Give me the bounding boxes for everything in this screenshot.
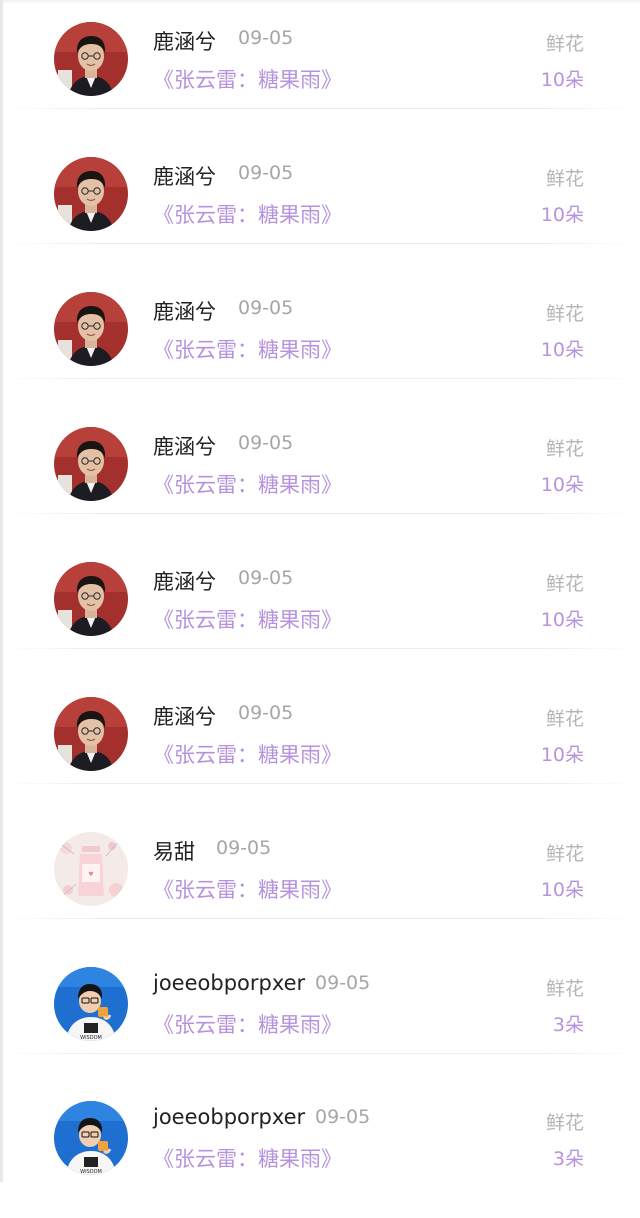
list-item[interactable]: 鹿涵兮 09-05 《张云雷：糖果雨》 鲜花 10朵 xyxy=(0,4,640,139)
gift-type-label: 鲜花 xyxy=(545,33,584,55)
user-name[interactable]: 鹿涵兮 xyxy=(153,296,216,326)
gift-date: 09-05 xyxy=(238,162,294,184)
gift-date: 09-05 xyxy=(238,702,294,724)
row-divider xyxy=(0,243,640,244)
list-item[interactable]: 鹿涵兮 09-05 《张云雷：糖果雨》 鲜花 10朵 xyxy=(0,409,640,544)
row-divider xyxy=(0,918,640,919)
gift-type-label: 鲜花 xyxy=(545,843,584,865)
list-item[interactable]: 鹿涵兮 09-05 《张云雷：糖果雨》 鲜花 10朵 xyxy=(0,274,640,409)
row-divider xyxy=(0,378,640,379)
row-divider xyxy=(0,783,640,784)
gift-date: 09-05 xyxy=(238,432,294,454)
gift-date: 09-05 xyxy=(238,297,294,319)
avatar[interactable]: ♥ xyxy=(54,832,128,906)
work-title-link[interactable]: 《张云雷：糖果雨》 xyxy=(153,1009,342,1039)
work-title-link[interactable]: 《张云雷：糖果雨》 xyxy=(153,64,342,94)
avatar[interactable] xyxy=(54,427,128,501)
gift-count: 10朵 xyxy=(540,744,584,766)
work-title-link[interactable]: 《张云雷：糖果雨》 xyxy=(153,469,342,499)
gift-count: 10朵 xyxy=(540,474,584,496)
work-title-link[interactable]: 《张云雷：糖果雨》 xyxy=(153,1143,342,1173)
user-name[interactable]: 鹿涵兮 xyxy=(153,431,216,461)
gift-type-label: 鲜花 xyxy=(545,708,584,730)
avatar[interactable] xyxy=(54,292,128,366)
svg-text:WISDOM: WISDOM xyxy=(80,1169,102,1175)
gift-type-label: 鲜花 xyxy=(545,438,584,460)
gift-date: 09-05 xyxy=(315,972,371,994)
user-name[interactable]: joeeobporpxer xyxy=(153,971,305,995)
gift-count: 10朵 xyxy=(540,204,584,226)
gift-count: 3朵 xyxy=(552,1148,584,1170)
gift-date: 09-05 xyxy=(238,567,294,589)
list-item[interactable]: 鹿涵兮 09-05 《张云雷：糖果雨》 鲜花 10朵 xyxy=(0,679,640,814)
gift-type-label: 鲜花 xyxy=(545,573,584,595)
list-item[interactable]: 鹿涵兮 09-05 《张云雷：糖果雨》 鲜花 10朵 xyxy=(0,544,640,679)
list-item[interactable]: WISDOM joeeobporpxer 09-05 《张云雷：糖果雨》 鲜花 3朵 xyxy=(0,949,640,1084)
user-name[interactable]: joeeobporpxer xyxy=(153,1105,305,1129)
gift-type-label: 鲜花 xyxy=(545,168,584,190)
gift-type-label: 鲜花 xyxy=(545,303,584,325)
user-name[interactable]: 鹿涵兮 xyxy=(153,161,216,191)
avatar[interactable] xyxy=(54,22,128,96)
work-title-link[interactable]: 《张云雷：糖果雨》 xyxy=(153,334,342,364)
gift-count: 10朵 xyxy=(540,609,584,631)
work-title-link[interactable]: 《张云雷：糖果雨》 xyxy=(153,199,342,229)
list-item[interactable]: WISDOM joeeobporpxer 09-05 《张云雷：糖果雨》 鲜花 3朵 xyxy=(0,1083,640,1218)
row-divider xyxy=(0,1053,640,1054)
gift-count: 10朵 xyxy=(540,339,584,361)
work-title-link[interactable]: 《张云雷：糖果雨》 xyxy=(153,874,342,904)
gift-type-label: 鲜花 xyxy=(545,1112,584,1134)
row-divider xyxy=(0,648,640,649)
gift-date: 09-05 xyxy=(216,837,272,859)
row-divider xyxy=(0,513,640,514)
list-item[interactable]: ♥ 易甜 09-05 《张云雷：糖果雨》 鲜花 10朵 xyxy=(0,814,640,949)
row-divider xyxy=(0,108,640,109)
user-name[interactable]: 鹿涵兮 xyxy=(153,701,216,731)
avatar[interactable]: WISDOM xyxy=(54,967,128,1041)
gift-date: 09-05 xyxy=(315,1106,371,1128)
gift-date: 09-05 xyxy=(238,27,294,49)
gift-count: 10朵 xyxy=(540,69,584,91)
svg-text:♥: ♥ xyxy=(88,871,93,878)
gift-count: 3朵 xyxy=(552,1014,584,1036)
avatar[interactable] xyxy=(54,157,128,231)
avatar[interactable] xyxy=(54,697,128,771)
user-name[interactable]: 鹿涵兮 xyxy=(153,26,216,56)
avatar[interactable] xyxy=(54,562,128,636)
gift-type-label: 鲜花 xyxy=(545,978,584,1000)
user-name[interactable]: 鹿涵兮 xyxy=(153,566,216,596)
work-title-link[interactable]: 《张云雷：糖果雨》 xyxy=(153,604,342,634)
avatar[interactable]: WISDOM xyxy=(54,1101,128,1175)
gift-count: 10朵 xyxy=(540,879,584,901)
user-name[interactable]: 易甜 xyxy=(153,836,195,866)
svg-text:WISDOM: WISDOM xyxy=(80,1035,102,1041)
work-title-link[interactable]: 《张云雷：糖果雨》 xyxy=(153,739,342,769)
list-item[interactable]: 鹿涵兮 09-05 《张云雷：糖果雨》 鲜花 10朵 xyxy=(0,139,640,274)
